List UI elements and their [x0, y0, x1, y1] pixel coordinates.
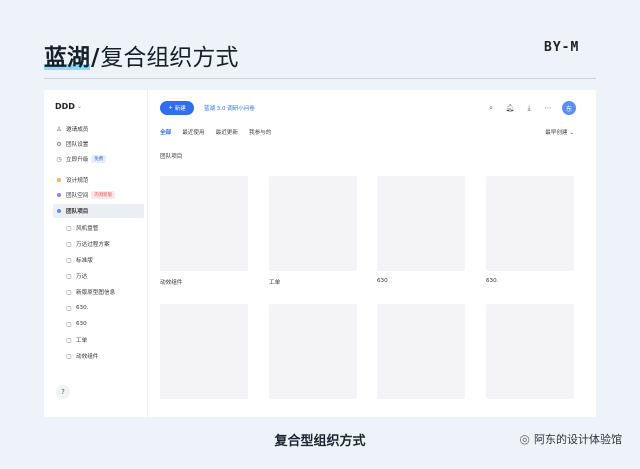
tab-all[interactable]: 全部	[160, 128, 171, 136]
project-label: 工单	[76, 338, 88, 344]
project-item[interactable]: ▢ 动效组件	[63, 349, 144, 363]
title-brand: 蓝湖	[44, 38, 90, 72]
app-window: DDD ⌄ ♙ 邀请成员 ⚙ 团队设置 ◷ 立即升级 免费 设计规范 团队空间 …	[44, 90, 596, 417]
project-card[interactable]	[486, 304, 574, 399]
chevron-down-icon: ⌄	[76, 103, 82, 110]
title-subtitle: 复合组织方式	[100, 45, 239, 71]
sidebar-item-design-spec[interactable]: 设计规范	[53, 173, 144, 187]
file-icon: ▢	[66, 272, 72, 280]
project-card[interactable]	[160, 304, 248, 399]
sidebar-item-label: 团队项目	[66, 209, 89, 215]
card-title: 动效组件	[160, 280, 183, 286]
gear-icon: ⚙	[56, 140, 62, 148]
avatar[interactable]: 东	[562, 101, 576, 115]
chevron-down-icon: ⌄	[569, 130, 574, 136]
chat-bubble-icon: ◎	[519, 432, 530, 446]
tab-bar: 全部 最近使用 最近更新 我参与的	[160, 128, 271, 136]
author-tag: BY-M	[544, 40, 580, 55]
clock-icon: ◷	[56, 155, 62, 163]
survey-link[interactable]: 蓝湖 3.0 调研小问卷	[204, 104, 255, 112]
watermark: ◎ 阿东的设计体验馆	[520, 431, 622, 447]
project-label: 新版原型图信息	[76, 290, 116, 296]
status-badge: 免费	[91, 155, 107, 163]
file-icon: ▢	[66, 224, 72, 232]
project-label: 标准版	[76, 258, 93, 264]
sidebar: DDD ⌄ ♙ 邀请成员 ⚙ 团队设置 ◷ 立即升级 免费 设计规范 团队空间 …	[44, 90, 148, 417]
sidebar-item-team-space[interactable]: 团队空间 内测新版	[53, 188, 144, 202]
file-icon: ▢	[66, 320, 72, 328]
toolbar-icons: ⌕ 🔔︎ ⤓ ⋯ 东	[486, 101, 576, 115]
project-item[interactable]: ▢ 万达过程方案	[63, 237, 144, 251]
page-title: 蓝湖 / 复合组织方式	[44, 38, 238, 72]
project-item[interactable]: ▢ 工单	[63, 333, 144, 347]
sidebar-item-label: 邀请成员	[66, 127, 89, 133]
sidebar-item-invite[interactable]: ♙ 邀请成员	[53, 122, 144, 136]
project-label: 万达	[76, 274, 88, 280]
new-button-label: 新建	[174, 106, 186, 112]
project-item[interactable]: ▢ 新版原型图信息	[63, 285, 144, 299]
sidebar-item-team-settings[interactable]: ⚙ 团队设置	[53, 137, 144, 151]
tab-participated[interactable]: 我参与的	[249, 128, 271, 136]
download-icon[interactable]: ⤓	[524, 101, 534, 115]
dot-icon	[57, 178, 61, 182]
project-label: 万达过程方案	[76, 242, 110, 248]
dot-icon	[57, 209, 61, 213]
project-card[interactable]	[269, 304, 357, 399]
plus-icon: +	[168, 105, 173, 111]
project-item[interactable]: ▢ 630	[63, 317, 144, 331]
sort-dropdown[interactable]: 最早创建 ⌄	[545, 128, 574, 136]
watermark-text: 阿东的设计体验馆	[534, 433, 622, 446]
project-card[interactable]	[486, 176, 574, 271]
project-label: 动效组件	[76, 354, 99, 360]
main-content: + 新建 蓝湖 3.0 调研小问卷 ⌕ 🔔︎ ⤓ ⋯ 东 全部 最近使用 最近更…	[148, 90, 596, 417]
new-button[interactable]: + 新建	[160, 101, 194, 115]
project-item[interactable]: ▢ 万达	[63, 269, 144, 283]
project-card[interactable]	[377, 176, 465, 271]
project-label: 630.	[76, 305, 89, 311]
tab-recently-updated[interactable]: 最近更新	[216, 128, 238, 136]
file-icon: ▢	[66, 336, 72, 344]
card-title: 630.	[486, 278, 499, 284]
card-title: 工单	[269, 280, 281, 286]
sort-label: 最早创建	[545, 130, 568, 136]
file-icon: ▢	[66, 256, 72, 264]
add-user-icon: ♙	[56, 125, 62, 133]
sidebar-item-label: 设计规范	[66, 178, 89, 184]
project-card[interactable]	[160, 176, 248, 271]
section-title: 团队项目	[160, 154, 183, 160]
file-icon: ▢	[66, 304, 72, 312]
tab-recently-used[interactable]: 最近使用	[182, 128, 204, 136]
more-icon[interactable]: ⋯	[543, 101, 553, 115]
project-card[interactable]	[377, 304, 465, 399]
sidebar-item-upgrade[interactable]: ◷ 立即升级 免费	[53, 152, 144, 166]
project-label: 风机盘管	[76, 226, 99, 232]
sidebar-item-label: 团队设置	[66, 142, 89, 148]
project-item[interactable]: ▢ 标准版	[63, 253, 144, 267]
divider	[44, 78, 596, 79]
project-label: 630	[76, 321, 87, 327]
sidebar-item-team-projects[interactable]: 团队项目	[53, 204, 144, 218]
title-separator: /	[91, 45, 100, 71]
status-badge: 内测新版	[91, 191, 115, 199]
project-card[interactable]	[269, 176, 357, 271]
search-icon[interactable]: ⌕	[486, 101, 496, 115]
bell-icon[interactable]: 🔔︎	[505, 101, 515, 115]
project-item[interactable]: ▢ 630.	[63, 301, 144, 315]
card-title: 630	[377, 278, 388, 284]
workspace-switcher[interactable]: DDD ⌄	[55, 102, 82, 111]
file-icon: ▢	[66, 288, 72, 296]
help-button[interactable]: ?	[56, 385, 70, 399]
project-item[interactable]: ▢ 风机盘管	[63, 221, 144, 235]
workspace-name: DDD	[55, 102, 75, 111]
sidebar-item-label: 团队空间	[66, 193, 89, 199]
sidebar-item-label: 立即升级	[66, 157, 89, 163]
file-icon: ▢	[66, 352, 72, 360]
dot-icon	[57, 193, 61, 197]
file-icon: ▢	[66, 240, 72, 248]
